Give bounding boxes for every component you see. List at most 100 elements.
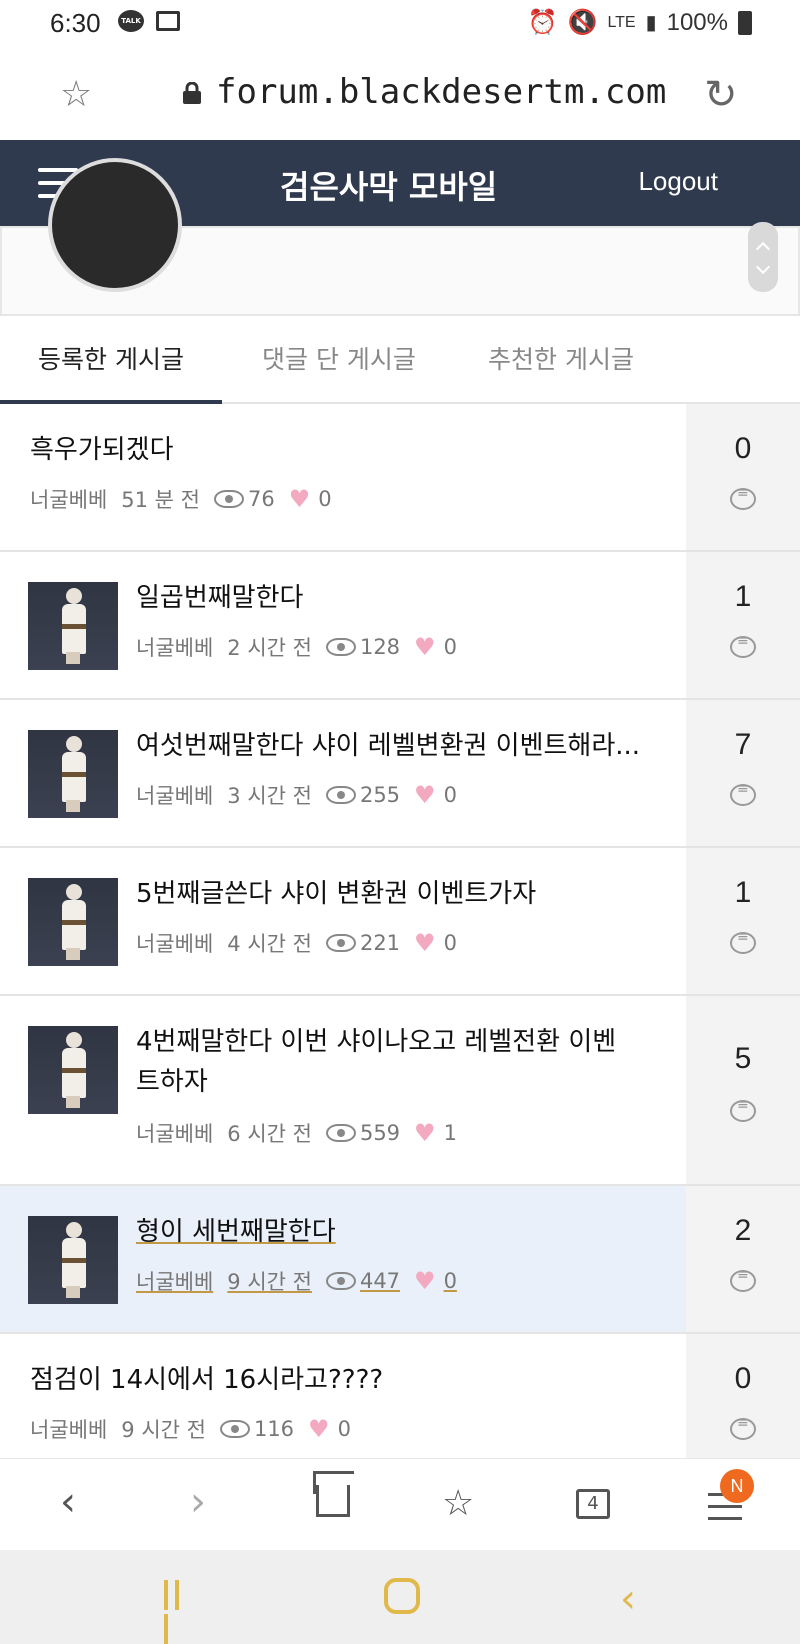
post-time: 3 시간 전 (227, 784, 312, 808)
heart-icon: ♥ (414, 633, 436, 661)
heart-icon: ♥ (414, 929, 436, 957)
home-button-icon[interactable] (384, 1578, 420, 1614)
post-time: 9 시간 전 (227, 1270, 312, 1294)
scroll-handle[interactable] (748, 222, 778, 292)
mute-icon: 🔇 (567, 9, 598, 36)
tab-commented-posts[interactable]: 댓글 단 게시글 (262, 340, 416, 376)
post-title-line-1[interactable]: 4번째말한다 이번 샤이나오고 레벨전환 이벤 (136, 1022, 616, 1062)
tab-registered-posts[interactable]: 등록한 게시글 (38, 340, 184, 376)
post-title[interactable]: 흑우가되겠다 (30, 430, 174, 470)
list-item[interactable]: 일곱번째말한다 너굴베베 2 시간 전 128 ♥ 0 1 (0, 552, 800, 700)
avatar (48, 158, 182, 292)
post-time: 9 시간 전 (121, 1418, 206, 1442)
back-button-icon[interactable]: ‹ (620, 1576, 636, 1622)
logout-button[interactable]: Logout (638, 166, 718, 197)
post-author: 너굴베베 (136, 1122, 214, 1146)
comment-count: 0 (734, 1362, 752, 1395)
comment-count: 1 (734, 876, 752, 909)
recents-icon[interactable] (164, 1580, 194, 1644)
gallery-icon (156, 11, 180, 31)
post-likes: 0 (443, 635, 457, 659)
post-thumbnail (28, 582, 118, 670)
tab-recommended-posts[interactable]: 추천한 게시글 (488, 340, 634, 376)
post-views: 559 (359, 1121, 401, 1145)
comment-count-box: 1 (686, 552, 800, 698)
post-meta: 너굴베베 6 시간 전 559 ♥ 1 (136, 1118, 457, 1148)
post-author: 너굴베베 (136, 784, 214, 808)
post-views: 221 (359, 931, 401, 955)
comment-count: 5 (734, 1042, 752, 1075)
post-author: 너굴베베 (136, 636, 214, 660)
comment-bubble-icon (730, 781, 756, 806)
android-nav-bar: ‹ (0, 1550, 800, 1644)
post-likes: 0 (337, 1417, 351, 1441)
comment-count: 1 (734, 580, 752, 613)
post-views: 128 (359, 635, 401, 659)
post-likes: 0 (318, 487, 332, 511)
comment-count: 0 (734, 432, 752, 465)
eye-icon (325, 638, 356, 656)
profile-strip (0, 158, 800, 316)
list-item[interactable]: 흑우가되겠다 너굴베베 51 분 전 76 ♥ 0 0 (0, 404, 800, 552)
post-title[interactable]: 여섯번째말한다 샤이 레벨변환권 이벤트해라... (136, 726, 640, 766)
tabs-icon[interactable]: 4 (576, 1489, 610, 1519)
url-text[interactable]: forum.blackdesertm.com (216, 72, 666, 112)
post-title[interactable]: 일곱번째말한다 (136, 578, 303, 618)
list-item[interactable]: 여섯번째말한다 샤이 레벨변환권 이벤트해라... 너굴베베 3 시간 전 25… (0, 700, 800, 848)
reload-icon[interactable]: ↻ (704, 72, 738, 118)
back-icon[interactable]: ‹ (60, 1479, 76, 1525)
eye-icon (219, 1420, 250, 1438)
comment-count-box: 2 (686, 1186, 800, 1332)
battery-label: 100% (666, 8, 728, 36)
kakaotalk-icon: TALK (118, 10, 144, 32)
post-meta: 너굴베베 2 시간 전 128 ♥ 0 (136, 632, 457, 662)
comment-count-box: 0 (686, 404, 800, 550)
post-time: 6 시간 전 (227, 1122, 312, 1146)
comment-bubble-icon (730, 929, 756, 954)
notification-badge: N (720, 1469, 754, 1503)
comment-bubble-icon (730, 1097, 756, 1122)
post-author: 너굴베베 (136, 1270, 214, 1294)
heart-icon: ♥ (414, 1267, 436, 1295)
post-meta: 너굴베베 9 시간 전 116 ♥ 0 (30, 1414, 351, 1444)
post-title[interactable]: 형이 세번째말한다 (136, 1212, 336, 1252)
comment-count-box: 1 (686, 848, 800, 994)
post-meta: 너굴베베 51 분 전 76 ♥ 0 (30, 484, 332, 514)
heart-icon: ♥ (414, 781, 436, 809)
post-time: 4 시간 전 (227, 932, 312, 956)
post-title-line-2[interactable]: 트하자 (136, 1062, 208, 1102)
post-author: 너굴베베 (30, 488, 108, 512)
post-time: 51 분 전 (121, 488, 200, 512)
post-views: 447 (359, 1269, 401, 1293)
comment-bubble-icon (730, 1415, 756, 1440)
browser-url-bar: ☆ forum.blackdesertm.com ↻ (0, 50, 800, 140)
post-likes: 0 (443, 1269, 457, 1293)
eye-icon (214, 490, 244, 508)
status-bar: 6:30 TALK ⏰ 🔇 LTE ▮ 100% (0, 0, 800, 50)
post-thumbnail (28, 1216, 118, 1304)
forward-icon[interactable]: › (190, 1479, 206, 1525)
eye-icon (325, 1124, 356, 1142)
comment-count: 7 (734, 728, 752, 761)
battery-icon (738, 10, 752, 35)
signal-icon: ▮ (645, 12, 657, 34)
list-item[interactable]: 4번째말한다 이번 샤이나오고 레벨전환 이벤 트하자 너굴베베 6 시간 전 … (0, 996, 800, 1186)
eye-icon (325, 786, 356, 804)
home-icon[interactable] (316, 1485, 350, 1517)
post-meta: 너굴베베 4 시간 전 221 ♥ 0 (136, 928, 457, 958)
network-label: LTE (607, 13, 636, 31)
post-meta: 너굴베베 3 시간 전 255 ♥ 0 (136, 780, 457, 810)
comment-bubble-icon (730, 1267, 756, 1292)
list-item-highlighted[interactable]: 형이 세번째말한다 너굴베베 9 시간 전 447 ♥ 0 2 (0, 1186, 800, 1334)
star-icon[interactable]: ☆ (60, 74, 92, 115)
post-title[interactable]: 점검이 14시에서 16시라고???? (30, 1360, 383, 1400)
browser-toolbar: ‹ › ☆ 4 N (0, 1458, 800, 1550)
post-author: 너굴베베 (30, 1418, 108, 1442)
bookmarks-icon[interactable]: ☆ (442, 1483, 474, 1524)
heart-icon: ♥ (308, 1415, 330, 1443)
list-item[interactable]: 5번째글쓴다 샤이 변환권 이벤트가자 너굴베베 4 시간 전 221 ♥ 0 … (0, 848, 800, 996)
post-title[interactable]: 5번째글쓴다 샤이 변환권 이벤트가자 (136, 874, 536, 914)
site-logo[interactable]: 검은사막 모바일 (280, 162, 497, 208)
status-time: 6:30 (50, 8, 101, 38)
comment-bubble-icon (730, 485, 756, 510)
